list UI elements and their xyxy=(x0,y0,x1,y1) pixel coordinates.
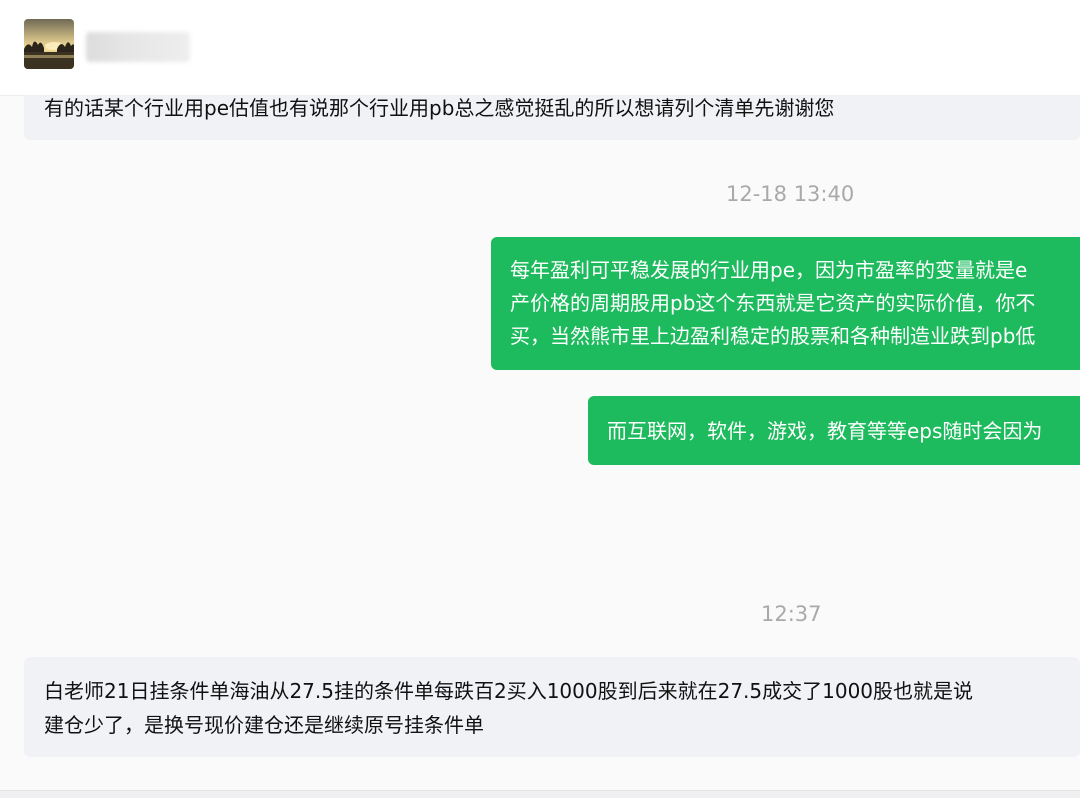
incoming-message-text: 有的话某个行业用pe估值也有说那个行业用pb总之感觉挺乱的所以想请列个清单先谢谢… xyxy=(44,96,835,120)
incoming-message[interactable]: 白老师21日挂条件单海油从27.5挂的条件单每跌百2买入1000股到后来就在27… xyxy=(24,657,1080,757)
message-timestamp: 12-18 13:40 xyxy=(726,182,855,206)
outgoing-message[interactable]: 而互联网，软件，游戏，教育等等eps随时会因为 xyxy=(588,396,1080,465)
contact-name-blurred xyxy=(86,32,190,62)
incoming-message-line: 白老师21日挂条件单海油从27.5挂的条件单每跌百2买入1000股到后来就在27… xyxy=(44,679,974,703)
chat-bottom-divider xyxy=(0,790,1080,798)
outgoing-message-line: 产价格的周期股用pb这个东西就是它资产的实际价值，你不 xyxy=(510,291,1036,315)
incoming-message-line: 建仓少了，是换号现价建仓还是继续原号挂条件单 xyxy=(44,713,484,737)
outgoing-message-text: 而互联网，软件，游戏，教育等等eps随时会因为 xyxy=(607,419,1043,443)
outgoing-message[interactable]: 每年盈利可平稳发展的行业用pe，因为市盈率的变量就是e 产价格的周期股用pb这个… xyxy=(491,237,1080,370)
incoming-message[interactable]: 有的话某个行业用pe估值也有说那个行业用pb总之感觉挺乱的所以想请列个清单先谢谢… xyxy=(24,95,1080,140)
message-timestamp: 12:37 xyxy=(761,602,822,626)
contact-avatar[interactable] xyxy=(24,19,74,69)
landscape-photo-avatar-icon xyxy=(24,19,74,69)
chat-window: 有的话某个行业用pe估值也有说那个行业用pb总之感觉挺乱的所以想请列个清单先谢谢… xyxy=(0,0,1080,798)
chat-header xyxy=(0,0,1080,96)
outgoing-message-line: 每年盈利可平稳发展的行业用pe，因为市盈率的变量就是e xyxy=(510,258,1028,282)
outgoing-message-line: 买，当然熊市里上边盈利稳定的股票和各种制造业跌到pb低 xyxy=(510,324,1036,348)
